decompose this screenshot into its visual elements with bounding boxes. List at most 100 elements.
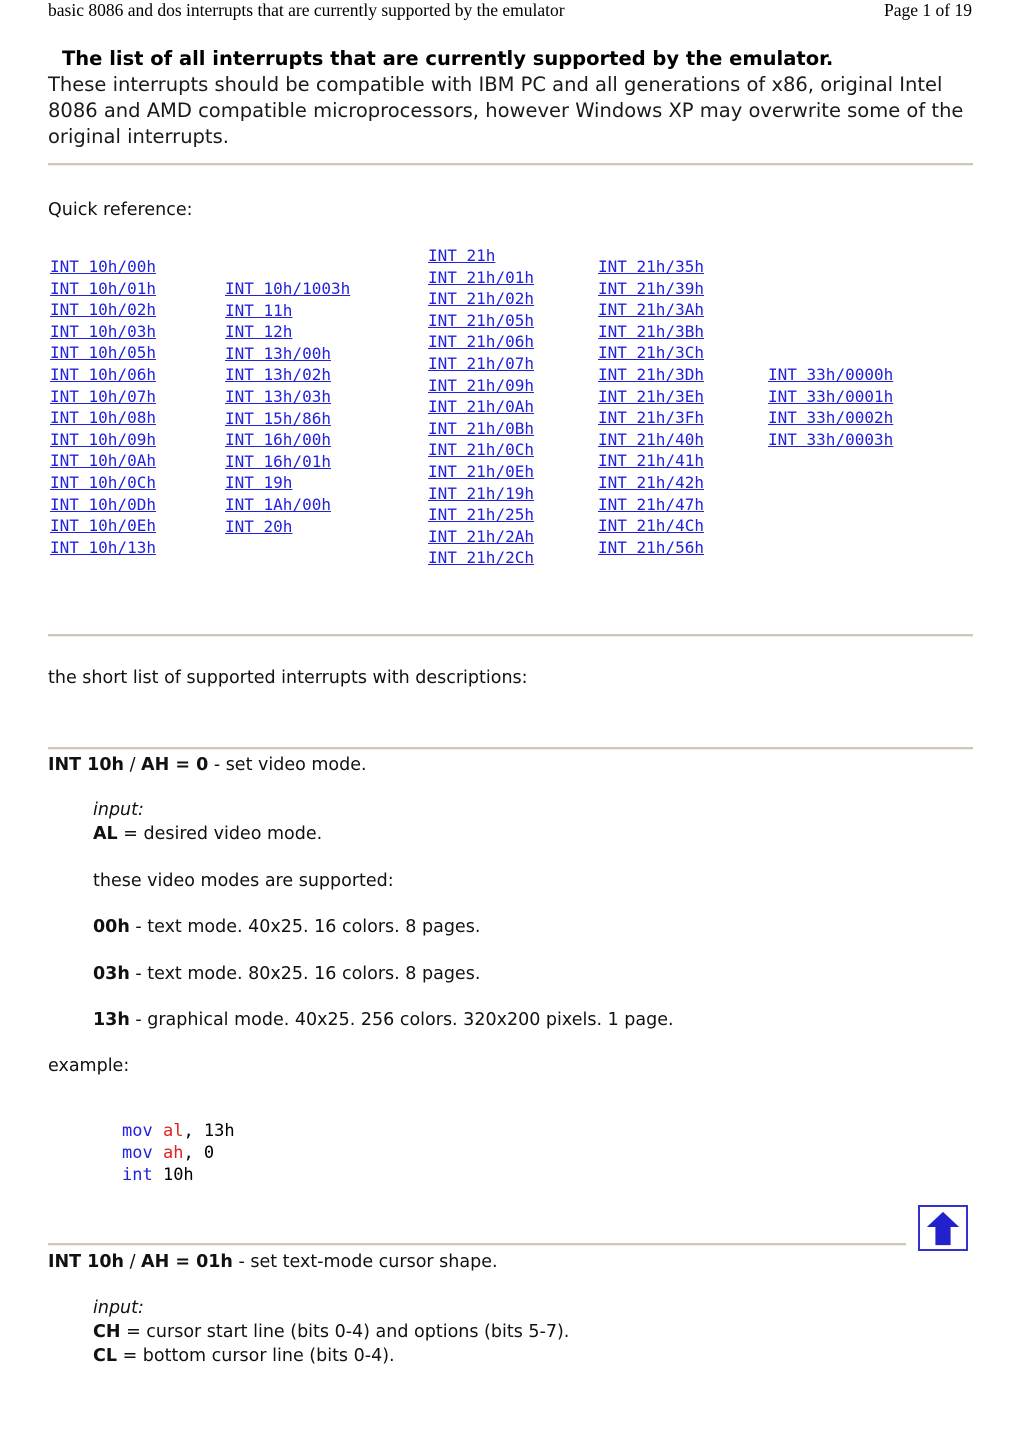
entry-1-separator: / [124, 755, 142, 775]
entry-1-input-label: input: [93, 798, 144, 822]
entry-2-input-register-cl: CL [93, 1346, 117, 1366]
entry-1-modes-note: these video modes are supported: [93, 871, 394, 891]
quick-reference-link[interactable]: INT 21h/0Ah [428, 396, 534, 418]
quick-reference-link[interactable]: INT 10h/0Dh [50, 494, 156, 516]
quick-reference-link[interactable]: INT 21h/3Bh [598, 321, 704, 343]
quick-reference-link[interactable]: INT 10h/03h [50, 321, 156, 343]
up-arrow-icon [926, 1211, 960, 1246]
quick-reference-link[interactable]: INT 21h/41h [598, 450, 704, 472]
code-line: int 10h [122, 1164, 235, 1186]
quick-reference-link[interactable]: INT 21h/02h [428, 288, 534, 310]
quick-reference-link[interactable]: INT 21h/3Fh [598, 407, 704, 429]
quick-reference-link[interactable]: INT 10h/0Ch [50, 472, 156, 494]
entry-2-description: - set text-mode cursor shape. [232, 1252, 498, 1272]
quick-reference-link[interactable]: INT 21h/01h [428, 267, 534, 289]
quick-reference-link[interactable]: INT 21h/35h [598, 256, 704, 278]
quick-reference-link[interactable]: INT 11h [225, 300, 292, 322]
quick-reference-link[interactable]: INT 21h/09h [428, 375, 534, 397]
code-register: ah [152, 1143, 184, 1163]
entry-2-input-text-ch: = cursor start line (bits 0-4) and optio… [120, 1322, 570, 1342]
quick-reference-column-4: INT 21h/35h INT 21h/39h INT 21h/3Ah INT 21h… [598, 256, 704, 558]
code-register: al [152, 1121, 184, 1141]
quick-reference-link[interactable]: INT 10h/13h [50, 537, 156, 559]
page-title: The list of all interrupts that are curr… [62, 47, 834, 70]
entry-1-mode-code-00h: 00h [93, 917, 130, 937]
quick-reference-link[interactable]: INT 33h/0001h [768, 386, 893, 408]
back-to-top-button[interactable] [918, 1205, 968, 1251]
code-keyword: mov [122, 1143, 153, 1163]
entry-1-example-label: example: [48, 1056, 130, 1076]
code-line: mov ah, 0 [122, 1142, 235, 1164]
entry-2-input-line-1: CH = cursor start line (bits 0-4) and op… [93, 1320, 569, 1344]
quick-reference-link[interactable]: INT 21h/3Eh [598, 386, 704, 408]
quick-reference-link[interactable]: INT 21h/56h [598, 537, 704, 559]
quick-reference-link[interactable]: INT 21h/05h [428, 310, 534, 332]
quick-reference-link[interactable]: INT 21h/07h [428, 353, 534, 375]
quick-reference-link[interactable]: INT 21h/4Ch [598, 515, 704, 537]
quick-reference-link[interactable]: INT 10h/01h [50, 278, 156, 300]
quick-reference-link[interactable]: INT 21h/0Bh [428, 418, 534, 440]
divider-before-entry-1 [48, 747, 973, 750]
quick-reference-link[interactable]: INT 21h/3Ch [598, 342, 704, 364]
quick-reference-link[interactable]: INT 21h/06h [428, 331, 534, 353]
quick-reference-link[interactable]: INT 20h [225, 516, 292, 538]
entry-1-input-text-al: = desired video mode. [117, 824, 323, 844]
divider-after-intro [48, 163, 973, 166]
quick-reference-link[interactable]: INT 16h/01h [225, 451, 331, 473]
quick-reference-link[interactable]: INT 21h/19h [428, 483, 534, 505]
quick-reference-link[interactable]: INT 15h/86h [225, 408, 331, 430]
entry-2-heading: INT 10h / AH = 01h - set text-mode curso… [48, 1250, 498, 1274]
code-operand: 10h [152, 1165, 194, 1185]
quick-reference-link[interactable]: INT 19h [225, 472, 292, 494]
quick-reference-link[interactable]: INT 21h/2Ch [428, 547, 534, 569]
quick-reference-link[interactable]: INT 10h/07h [50, 386, 156, 408]
quick-reference-link[interactable]: INT 10h/0Eh [50, 515, 156, 537]
quick-reference-link[interactable]: INT 33h/0000h [768, 364, 893, 386]
entry-1-mode-text-03h: - text mode. 80x25. 16 colors. 8 pages. [129, 964, 481, 984]
entry-2-register-spec: AH = 01h [141, 1252, 233, 1272]
quick-reference-link[interactable]: INT 21h/47h [598, 494, 704, 516]
quick-reference-link[interactable]: INT 21h/39h [598, 278, 704, 300]
quick-reference-link[interactable]: INT 21h/2Ah [428, 526, 534, 548]
entry-1-int-code: INT 10h [48, 755, 124, 775]
quick-reference-link[interactable]: INT 13h/00h [225, 343, 331, 365]
quick-reference-link[interactable]: INT 10h/06h [50, 364, 156, 386]
quick-reference-link[interactable]: INT 13h/02h [225, 364, 331, 386]
divider-before-entry-2 [48, 1243, 906, 1246]
quick-reference-link[interactable]: INT 21h/0Eh [428, 461, 534, 483]
code-keyword: int [122, 1165, 153, 1185]
entry-1-mode-row-1: 00h - text mode. 40x25. 16 colors. 8 pag… [93, 915, 480, 939]
quick-reference-link[interactable]: INT 21h/40h [598, 429, 704, 451]
divider-after-quick-reference [48, 634, 973, 637]
code-line: mov al, 13h [122, 1120, 235, 1142]
entry-1-mode-code-03h: 03h [93, 964, 130, 984]
quick-reference-column-1: INT 10h/00h INT 10h/01h INT 10h/02h INT 10h… [50, 256, 156, 558]
quick-reference-link[interactable]: INT 21h/3Ah [598, 299, 704, 321]
quick-reference-link[interactable]: INT 13h/03h [225, 386, 331, 408]
entry-1-mode-code-13h: 13h [93, 1010, 130, 1030]
quick-reference-link[interactable]: INT 12h [225, 321, 292, 343]
quick-reference-link[interactable]: INT 21h/25h [428, 504, 534, 526]
quick-reference-link[interactable]: INT 21h/3Dh [598, 364, 704, 386]
quick-reference-link[interactable]: INT 33h/0002h [768, 407, 893, 429]
quick-reference-link[interactable]: INT 10h/1003h [225, 278, 350, 300]
quick-reference-link[interactable]: INT 10h/00h [50, 256, 156, 278]
quick-reference-link[interactable]: INT 16h/00h [225, 429, 331, 451]
quick-reference-link[interactable]: INT 10h/09h [50, 429, 156, 451]
quick-reference-link[interactable]: INT 1Ah/00h [225, 494, 331, 516]
entry-1-mode-row-2: 03h - text mode. 80x25. 16 colors. 8 pag… [93, 962, 480, 986]
document-title: basic 8086 and dos interrupts that are c… [48, 0, 565, 20]
entry-1-mode-text-00h: - text mode. 40x25. 16 colors. 8 pages. [129, 917, 481, 937]
entry-1-heading: INT 10h / AH = 0 - set video mode. [48, 753, 367, 777]
quick-reference-link[interactable]: INT 21h [428, 245, 495, 267]
quick-reference-link[interactable]: INT 10h/0Ah [50, 450, 156, 472]
quick-reference-link[interactable]: INT 21h/0Ch [428, 439, 534, 461]
entry-2-input-label: input: [93, 1296, 144, 1320]
quick-reference-link[interactable]: INT 10h/02h [50, 299, 156, 321]
page-title-block: The list of all interrupts that are curr… [48, 46, 973, 150]
quick-reference-link[interactable]: INT 10h/05h [50, 342, 156, 364]
quick-reference-link[interactable]: INT 10h/08h [50, 407, 156, 429]
quick-reference-link[interactable]: INT 21h/42h [598, 472, 704, 494]
quick-reference-link[interactable]: INT 33h/0003h [768, 429, 893, 451]
entry-1-code-sample: mov al, 13h mov ah, 0 int 10h [122, 1120, 235, 1186]
